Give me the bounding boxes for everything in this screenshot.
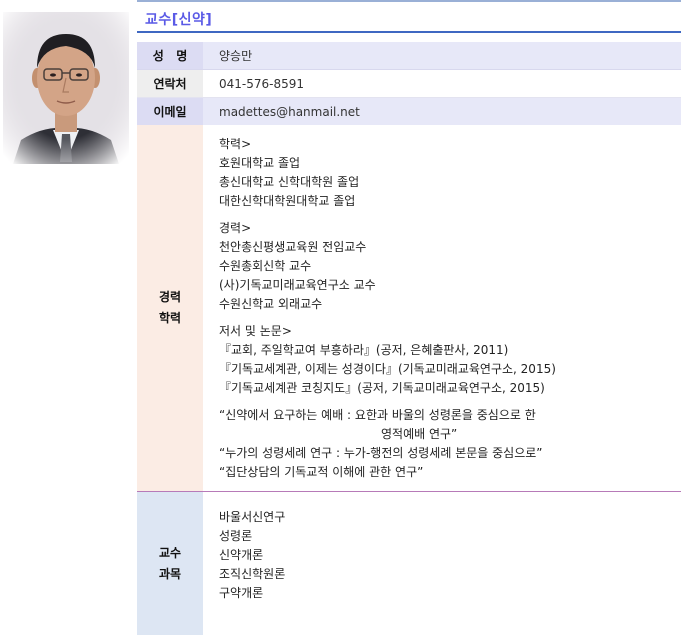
experience-item: 수원신학교 외래교수 [219,297,323,311]
education-header: 학력> [219,137,252,151]
phone-row: 연락처 041-576-8591 [137,69,681,98]
profile-table: 성 명 양승만 연락처 041-576-8591 이메일 madettes@ha… [137,42,681,635]
paper-item: “집단상담의 기독교적 이해에 관한 연구” [219,465,424,479]
experience-item: (사)기독교미래교육연구소 교수 [219,278,376,292]
page-title: 교수[신약] [145,12,213,28]
publications-header: 저서 및 논문> [219,324,292,338]
courses-content: 바울서신연구 성령론 신약개론 조직신학원론 구약개론 [203,491,681,635]
career-content: 학력> 호원대학교 졸업 총신대학교 신학대학원 졸업 대한신학대학원대학교 졸… [203,125,681,492]
career-label-line2: 학력 [158,311,182,325]
phone-label: 연락처 [137,69,203,98]
experience-header: 경력> [219,221,252,235]
publication-item: 『기독교세계관 코칭지도』(공저, 기독교미래교육연구소, 2015) [219,381,545,395]
title-bar: 교수[신약] [137,0,681,33]
email-value[interactable]: madettes@hanmail.net [203,97,681,125]
career-label: 경력 학력 [137,125,203,492]
professor-profile-panel: 교수[신약] 성 명 양승만 연락처 041-576-8591 이메일 made… [137,0,681,635]
email-row: 이메일 madettes@hanmail.net [137,97,681,125]
portrait-image [3,12,129,164]
paper-item: “신약에서 요구하는 예배 : 요한과 바울의 성령론을 중심으로 한 [219,408,536,422]
experience-item: 천안총신평생교육원 전임교수 [219,240,367,254]
course-item: 구약개론 [219,586,264,600]
education-item: 대한신학대학원대학교 졸업 [219,194,356,208]
publication-item: 『기독교세계관, 이제는 성경이다』(기독교미래교육연구소, 2015) [219,362,556,376]
education-item: 총신대학교 신학대학원 졸업 [219,175,360,189]
courses-row: 교수 과목 바울서신연구 성령론 신약개론 조직신학원론 구약개론 [137,491,681,635]
publication-item: 『교회, 주일학교여 부흥하라』(공저, 은혜출판사, 2011) [219,343,509,357]
course-item: 신약개론 [219,548,264,562]
experience-item: 수원총회신학 교수 [219,259,312,273]
course-item: 조직신학원론 [219,567,286,581]
career-label-line1: 경력 [158,290,182,304]
courses-label-line2: 과목 [158,566,182,581]
courses-label-line1: 교수 [158,545,182,560]
name-row: 성 명 양승만 [137,42,681,70]
career-row: 경력 학력 학력> 호원대학교 졸업 총신대학교 신학대학원 졸업 대한신학대학… [137,125,681,492]
paper-item: “누가의 성령세례 연구 : 누가-행전의 성령세례 본문을 중심으로” [219,446,543,460]
course-item: 바울서신연구 [219,510,286,524]
phone-value: 041-576-8591 [203,69,681,98]
course-item: 성령론 [219,529,253,543]
profile-photo [3,12,129,164]
name-label: 성 명 [137,42,203,70]
education-item: 호원대학교 졸업 [219,156,301,170]
courses-label: 교수 과목 [137,491,203,635]
name-value: 양승만 [203,42,681,70]
paper-item-continued: 영적예배 연구” [381,427,458,441]
email-label: 이메일 [137,97,203,125]
